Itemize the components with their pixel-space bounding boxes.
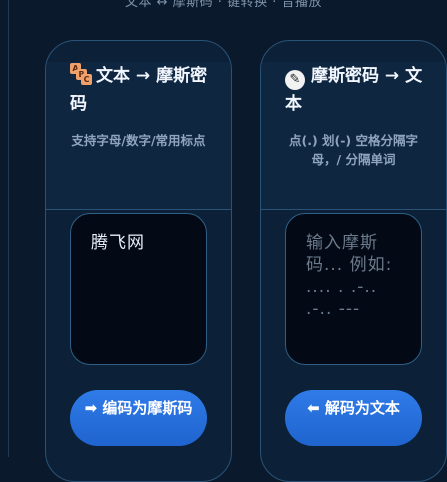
text-input-value: 腾飞网	[91, 233, 145, 253]
encode-card: ABC文本 → 摩斯密码 支持字母/数字/常用标点 腾飞网 ➡ 编码为摩斯码	[45, 40, 232, 482]
decode-button-label: ⬅ 解码为文本	[307, 399, 400, 417]
encode-button-label: ➡ 编码为摩斯码	[84, 399, 193, 417]
decode-card-title-text: 摩斯密码 → 文本	[285, 66, 423, 114]
morse-input[interactable]: 输入摩斯码... 例如: .... . .-.. .-.. ---	[285, 213, 422, 365]
text-input[interactable]: 腾飞网	[70, 213, 207, 365]
morse-input-placeholder: 输入摩斯码... 例如: .... . .-.. .-.. ---	[306, 233, 393, 319]
decode-card-title: ✎ 摩斯密码 → 文本	[285, 62, 426, 118]
decode-button[interactable]: ⬅ 解码为文本	[285, 390, 422, 446]
encode-card-header: ABC文本 → 摩斯密码 支持字母/数字/常用标点	[46, 62, 231, 210]
page-subtitle: 文本 ↔ 摩斯码 · 键转换 · 音播放	[125, 0, 322, 10]
page-left-border	[8, 0, 9, 457]
encode-card-title: ABC文本 → 摩斯密码	[70, 62, 211, 118]
abc-icon: ABC	[70, 63, 92, 85]
pen-icon: ✎	[285, 70, 305, 90]
resize-handle[interactable]	[412, 356, 419, 363]
resize-handle[interactable]	[197, 356, 204, 363]
decode-card-subtitle: 点(.) 划(-) 空格分隔字母，/ 分隔单词	[289, 133, 418, 167]
decode-card: ✎ 摩斯密码 → 文本 点(.) 划(-) 空格分隔字母，/ 分隔单词 输入摩斯码…	[260, 40, 447, 482]
encode-card-subtitle: 支持字母/数字/常用标点	[71, 133, 206, 148]
decode-card-header: ✎ 摩斯密码 → 文本 点(.) 划(-) 空格分隔字母，/ 分隔单词	[261, 62, 446, 210]
encode-button[interactable]: ➡ 编码为摩斯码	[70, 390, 207, 446]
